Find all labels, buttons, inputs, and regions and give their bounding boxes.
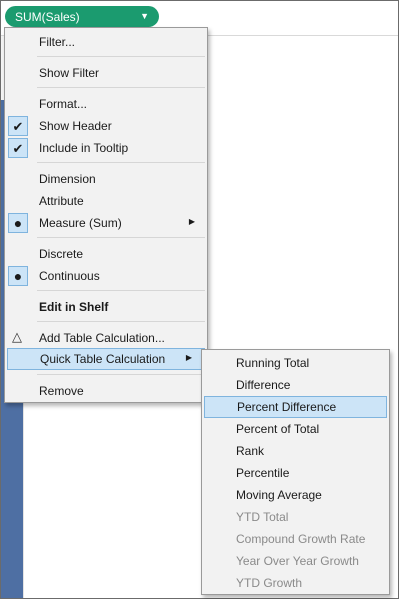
menu-separator	[37, 374, 205, 375]
check-icon: ✔	[8, 138, 28, 158]
submenu-item-rank[interactable]: Rank	[202, 440, 389, 462]
submenu-item-compound-growth-rate: Compound Growth Rate	[202, 528, 389, 550]
menu-item-show-filter[interactable]: Show Filter	[5, 62, 207, 84]
menu-item-label: Continuous	[39, 269, 100, 283]
submenu-item-difference[interactable]: Difference	[202, 374, 389, 396]
triangle-down-icon[interactable]: ▼	[140, 11, 149, 21]
menu-item-measure[interactable]: ● Measure (Sum) ▶	[5, 212, 207, 234]
menu-item-label: Dimension	[39, 172, 96, 186]
menu-separator	[37, 290, 205, 291]
submenu-item-running-total[interactable]: Running Total	[202, 352, 389, 374]
pill-label: SUM(Sales)	[15, 9, 80, 24]
menu-item-show-header[interactable]: ✔ Show Header	[5, 115, 207, 137]
submenu-item-label: Percent of Total	[236, 422, 320, 436]
menu-item-attribute[interactable]: Attribute	[5, 190, 207, 212]
menu-item-remove[interactable]: Remove	[5, 380, 207, 402]
menu-item-label: Format...	[39, 97, 88, 111]
menu-item-label: Filter...	[39, 35, 76, 49]
menu-item-label: Show Filter	[39, 66, 100, 80]
menu-separator	[37, 56, 205, 57]
submenu-item-moving-average[interactable]: Moving Average	[202, 484, 389, 506]
check-icon: ✔	[8, 116, 28, 136]
menu-item-continuous[interactable]: ● Continuous	[5, 265, 207, 287]
menu-separator	[37, 237, 205, 238]
menu-item-label: Quick Table Calculation	[40, 352, 166, 366]
quick-table-calc-submenu: Running Total Difference Percent Differe…	[201, 349, 390, 595]
menu-separator	[37, 162, 205, 163]
menu-item-label: Edit in Shelf	[39, 300, 109, 314]
submenu-item-label: Year Over Year Growth	[236, 554, 359, 568]
triangle-right-icon: ▶	[188, 217, 195, 226]
menu-item-discrete[interactable]: Discrete	[5, 243, 207, 265]
submenu-item-year-over-year-growth: Year Over Year Growth	[202, 550, 389, 572]
menu-item-quick-table-calculation[interactable]: Quick Table Calculation ▶	[7, 348, 205, 370]
menu-item-label: Include in Tooltip	[39, 141, 129, 155]
submenu-item-label: Percent Difference	[237, 400, 337, 414]
submenu-item-label: Compound Growth Rate	[236, 532, 366, 546]
menu-item-filter[interactable]: Filter...	[5, 31, 207, 53]
submenu-item-ytd-total: YTD Total	[202, 506, 389, 528]
menu-item-format[interactable]: Format...	[5, 93, 207, 115]
submenu-item-percentile[interactable]: Percentile	[202, 462, 389, 484]
submenu-item-percent-difference[interactable]: Percent Difference	[204, 396, 387, 418]
submenu-item-ytd-growth: YTD Growth	[202, 572, 389, 594]
delta-triangle-icon: △	[12, 329, 22, 344]
submenu-item-label: Running Total	[236, 356, 310, 370]
submenu-item-label: YTD Growth	[236, 576, 303, 590]
triangle-right-icon: ▶	[185, 353, 192, 362]
submenu-item-label: Rank	[236, 444, 265, 458]
menu-item-label: Measure (Sum)	[39, 216, 122, 230]
menu-item-label: Attribute	[39, 194, 84, 208]
menu-item-dimension[interactable]: Dimension	[5, 168, 207, 190]
submenu-item-label: Percentile	[236, 466, 290, 480]
menu-item-label: Remove	[39, 384, 84, 398]
menu-item-edit-in-shelf[interactable]: Edit in Shelf	[5, 296, 207, 318]
menu-item-label: Add Table Calculation...	[39, 331, 165, 345]
pill-context-menu: Filter... Show Filter Format... ✔ Show H…	[4, 27, 208, 403]
menu-item-add-table-calculation[interactable]: △ Add Table Calculation...	[5, 327, 207, 349]
submenu-item-label: Moving Average	[236, 488, 322, 502]
submenu-item-percent-of-total[interactable]: Percent of Total	[202, 418, 389, 440]
menu-item-include-in-tooltip[interactable]: ✔ Include in Tooltip	[5, 137, 207, 159]
sum-sales-pill[interactable]: SUM(Sales) ▼	[5, 6, 159, 27]
radio-bullet-icon: ●	[8, 213, 28, 233]
submenu-item-label: Difference	[236, 378, 291, 392]
menu-separator	[37, 321, 205, 322]
menu-item-label: Show Header	[39, 119, 112, 133]
radio-bullet-icon: ●	[8, 266, 28, 286]
menu-item-label: Discrete	[39, 247, 84, 261]
menu-separator	[37, 87, 205, 88]
submenu-item-label: YTD Total	[236, 510, 289, 524]
